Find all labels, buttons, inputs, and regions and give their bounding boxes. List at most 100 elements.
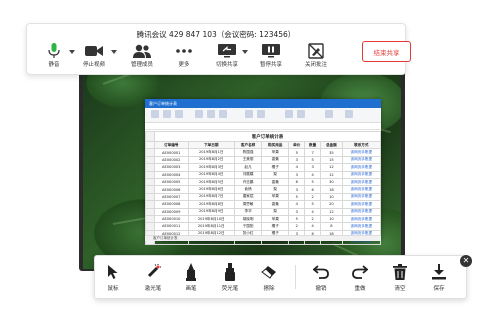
- undo-button[interactable]: 撤销: [305, 262, 337, 294]
- table-cell[interactable]: 唐家斌: [234, 192, 263, 202]
- table-cell[interactable]: AE000001: [154, 148, 189, 157]
- clear-button[interactable]: 清空: [384, 262, 416, 294]
- table-cell[interactable]: 于国阳: [234, 222, 263, 231]
- table-cell[interactable]: 苹果: [261, 192, 290, 202]
- table-cell[interactable]: 橘子: [261, 163, 290, 172]
- table-cell[interactable]: 20: [320, 200, 343, 209]
- table-cell[interactable]: 该网页手账提: [341, 163, 382, 172]
- table-cell[interactable]: 梨: [261, 170, 290, 179]
- table-cell[interactable]: 2: [304, 192, 322, 202]
- table-cell[interactable]: 2019年8月10日: [187, 214, 236, 224]
- table-cell[interactable]: 2019年8月6日: [187, 185, 236, 194]
- table-cell[interactable]: 2019年8月2日: [187, 155, 236, 165]
- table-cell[interactable]: 12: [320, 170, 343, 179]
- table-cell[interactable]: 2019年8月9日: [187, 207, 236, 216]
- pointer-tool-button[interactable]: 鼠标: [97, 262, 129, 294]
- table-cell[interactable]: 王美丽: [234, 155, 263, 165]
- table-cell[interactable]: 5: [304, 177, 322, 187]
- table-cell[interactable]: 周思敏: [234, 200, 263, 209]
- table-cell[interactable]: 4: [304, 222, 322, 231]
- table-cell[interactable]: AE000004: [154, 170, 189, 179]
- table-cell[interactable]: 橘子: [261, 222, 290, 231]
- table-cell[interactable]: 3: [288, 155, 306, 165]
- table-cell[interactable]: 该网页手账提: [341, 170, 382, 179]
- table-cell[interactable]: 6: [288, 177, 306, 187]
- table-cell[interactable]: 2019年8月5日: [187, 177, 236, 187]
- table-cell[interactable]: 2019年8月7日: [187, 192, 236, 202]
- shared-spreadsheet-window[interactable]: 客户订单统计表 客户订单统计表 订单编号 下单日期 客户名称 购买商品 单价 数量 总金额 联系…: [145, 99, 382, 246]
- chevron-down-icon[interactable]: [69, 50, 75, 54]
- switch-share-button[interactable]: 切换共享: [210, 42, 244, 72]
- table-cell[interactable]: 胡晓明: [234, 214, 263, 224]
- table-cell[interactable]: 陈国强: [234, 148, 263, 157]
- table-cell[interactable]: 4: [304, 207, 322, 216]
- table-cell[interactable]: 梨: [261, 185, 290, 194]
- table-cell[interactable]: AE000010: [154, 214, 189, 224]
- redo-button[interactable]: 重做: [344, 262, 376, 294]
- table-cell[interactable]: 许志鹏: [234, 177, 263, 187]
- table-cell[interactable]: AE000007: [154, 192, 189, 202]
- table-cell[interactable]: 2: [288, 222, 306, 231]
- table-cell[interactable]: 该网页手账提: [341, 200, 382, 209]
- more-button[interactable]: 更多: [167, 42, 201, 72]
- table-cell[interactable]: 刘展模: [234, 170, 263, 179]
- table-cell[interactable]: 12: [320, 163, 343, 172]
- table-cell[interactable]: 赵凡: [234, 163, 263, 172]
- table-cell[interactable]: 3: [288, 207, 306, 216]
- table-cell[interactable]: 15: [320, 155, 343, 165]
- pause-share-button[interactable]: 暂停共享: [254, 42, 288, 72]
- table-cell[interactable]: 2: [304, 214, 322, 224]
- table-cell[interactable]: 5: [304, 200, 322, 209]
- stop-video-button[interactable]: 停止视频: [77, 42, 111, 72]
- mute-button[interactable]: 静音: [37, 42, 71, 72]
- table-cell[interactable]: 2019年8月3日: [187, 163, 236, 172]
- table-cell[interactable]: AE000002: [154, 155, 189, 165]
- table-cell[interactable]: 该网页手账提: [341, 207, 382, 216]
- table-cell[interactable]: AE000011: [154, 222, 189, 231]
- table-cell[interactable]: 苹果: [261, 148, 290, 157]
- save-button[interactable]: 保存: [423, 262, 455, 294]
- table-cell[interactable]: 10: [320, 214, 343, 224]
- table-cell[interactable]: 苹果: [261, 214, 290, 224]
- table-cell[interactable]: 该网页手账提: [341, 214, 382, 224]
- table-cell[interactable]: 香蕉: [261, 177, 290, 187]
- table-cell[interactable]: 梨: [261, 207, 290, 216]
- sheet-tab[interactable]: 客户订单统计表: [153, 236, 178, 240]
- chevron-down-icon[interactable]: [111, 50, 117, 54]
- table-cell[interactable]: 2019年8月8日: [187, 200, 236, 209]
- table-cell[interactable]: 该网页手账提: [341, 148, 382, 157]
- table-cell[interactable]: 3: [304, 163, 322, 172]
- table-cell[interactable]: 该网页手账提: [341, 222, 382, 231]
- table-cell[interactable]: 2019年8月11日: [187, 222, 236, 231]
- close-toolbar-button[interactable]: ✕: [460, 255, 472, 267]
- table-cell[interactable]: 12: [320, 207, 343, 216]
- highlighter-tool-button[interactable]: 荧光笔: [214, 262, 246, 294]
- table-cell[interactable]: 10: [320, 192, 343, 202]
- end-share-button[interactable]: 结束共享: [362, 41, 411, 62]
- table-cell[interactable]: 5: [288, 192, 306, 202]
- table-cell[interactable]: 该网页手账提: [341, 177, 382, 187]
- table-cell[interactable]: 5: [304, 155, 322, 165]
- table-cell[interactable]: 6: [304, 185, 322, 194]
- table-cell[interactable]: 俞杨: [234, 185, 263, 194]
- table-cell[interactable]: 7: [304, 148, 322, 157]
- table-cell[interactable]: 该网页手账提: [341, 185, 382, 194]
- formula-bar[interactable]: [145, 123, 381, 130]
- table-cell[interactable]: 18: [320, 185, 343, 194]
- pen-tool-button[interactable]: 画笔: [175, 262, 207, 294]
- eraser-tool-button[interactable]: 擦除: [253, 262, 285, 294]
- table-cell[interactable]: 5: [288, 148, 306, 157]
- table-cell[interactable]: 3: [288, 185, 306, 194]
- table-cell[interactable]: 4: [288, 200, 306, 209]
- table-cell[interactable]: 李华: [234, 207, 263, 216]
- table-cell[interactable]: 香蕉: [261, 155, 290, 165]
- table-cell[interactable]: AE000003: [154, 163, 189, 172]
- table-cell[interactable]: 该网页手账提: [341, 192, 382, 202]
- close-annotation-button[interactable]: 关闭批注: [299, 42, 333, 72]
- table-cell[interactable]: AE000006: [154, 185, 189, 194]
- table-cell[interactable]: 该网页手账提: [341, 155, 382, 165]
- table-cell[interactable]: 30: [320, 177, 343, 187]
- laser-pointer-button[interactable]: 激光笔: [137, 262, 169, 294]
- table-cell[interactable]: 8: [320, 222, 343, 231]
- table-cell[interactable]: 3: [288, 170, 306, 179]
